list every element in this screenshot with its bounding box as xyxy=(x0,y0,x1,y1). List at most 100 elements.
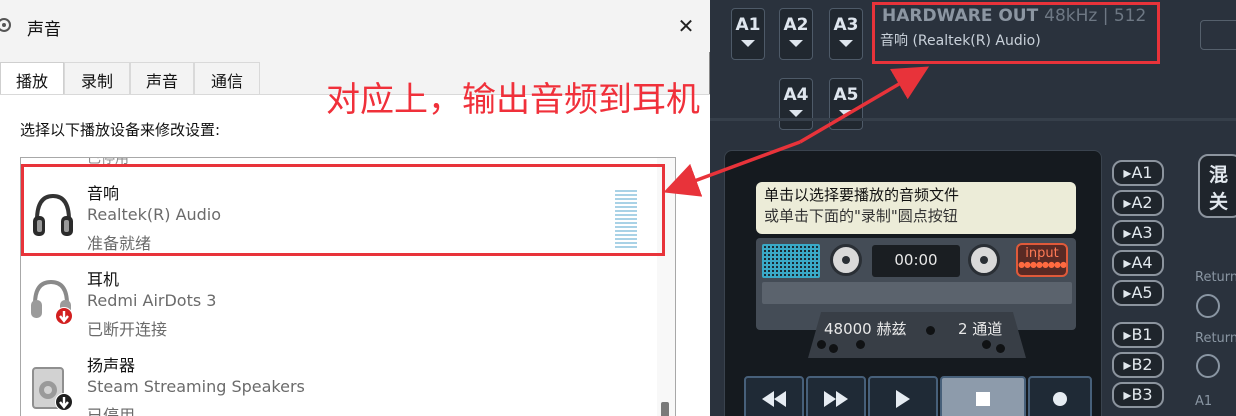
tape-screw-icon xyxy=(817,340,826,349)
chevron-down-icon xyxy=(741,40,755,47)
device-status: 已断开连接 xyxy=(87,320,168,339)
route-a5-button[interactable]: ▸A5 xyxy=(1112,280,1164,306)
stop-icon xyxy=(976,392,990,406)
screenshot-root: 声音 ✕ 播放 录制 声音 通信 选择以下播放设备来修改设置: 已停用 音响 R… xyxy=(0,0,1236,416)
device-name: 扬声器 xyxy=(87,356,136,375)
tape-screw-icon xyxy=(829,344,838,353)
headphones-disconnected-icon xyxy=(31,279,73,325)
mix-label-line1: 混 xyxy=(1209,164,1229,186)
a3-output-button[interactable]: A3 xyxy=(829,8,863,60)
fast-forward-button[interactable] xyxy=(806,376,866,416)
hardware-out-device[interactable]: 音响 (Realtek(R) Audio) xyxy=(880,30,1041,50)
tape-screw-icon xyxy=(856,340,865,349)
volume-meter xyxy=(615,190,637,248)
route-b3-button[interactable]: ▸B3 xyxy=(1112,382,1164,408)
a-button-label: A2 xyxy=(783,15,809,35)
route-a1-button[interactable]: ▸A1 xyxy=(1112,160,1164,186)
a2-output-button[interactable]: A2 xyxy=(779,8,813,60)
stop-button[interactable] xyxy=(940,376,1026,416)
route-b2-button[interactable]: ▸B2 xyxy=(1112,352,1164,378)
title-bar: 声音 ✕ xyxy=(0,0,710,52)
tab-label: 录制 xyxy=(80,72,113,91)
device-item-headphones[interactable]: 耳机 Redmi AirDots 3 已断开连接 xyxy=(21,256,661,342)
device-item-speakers[interactable]: 音响 Realtek(R) Audio 准备就绪 xyxy=(21,170,661,256)
tab-communications[interactable]: 通信 xyxy=(194,62,260,94)
device-name: 音响 xyxy=(87,184,120,203)
tab-playback[interactable]: 播放 xyxy=(0,62,64,95)
rewind-button[interactable] xyxy=(744,376,804,416)
record-button[interactable] xyxy=(1028,376,1092,416)
input-label: input xyxy=(1025,246,1059,261)
device-name: 耳机 xyxy=(87,270,120,289)
chevron-down-icon xyxy=(789,40,803,47)
a-button-label: A3 xyxy=(833,15,859,35)
mix-toggle-button[interactable]: 混 关 xyxy=(1198,154,1236,218)
close-icon: ✕ xyxy=(677,14,695,38)
tab-content: 选择以下播放设备来修改设置: 已停用 音响 Realtek(R) Audio 准… xyxy=(0,94,710,416)
play-button[interactable] xyxy=(868,376,938,416)
device-list[interactable]: 已停用 音响 Realtek(R) Audio 准备就绪 耳机 Redmi Ai… xyxy=(20,157,676,416)
route-a3-button[interactable]: ▸A3 xyxy=(1112,220,1164,246)
recorder-message[interactable]: 单击以选择要播放的音频文件 或单击下面的"录制"圆点按钮 xyxy=(756,182,1076,234)
sound-dialog: 声音 ✕ 播放 录制 声音 通信 选择以下播放设备来修改设置: 已停用 音响 R… xyxy=(0,0,710,416)
chevron-down-icon xyxy=(839,40,853,47)
tab-label: 声音 xyxy=(145,72,178,91)
a4-output-button[interactable]: A4 xyxy=(779,78,813,130)
play-icon xyxy=(896,390,910,408)
panel-divider xyxy=(710,118,1236,121)
reel-right-icon xyxy=(968,244,1000,276)
a5-output-button[interactable]: A5 xyxy=(829,78,863,130)
tab-label: 通信 xyxy=(210,72,243,91)
input-button[interactable]: input ●●●●●●●● xyxy=(1016,243,1068,277)
tab-sounds[interactable]: 声音 xyxy=(130,62,194,94)
tape-screw-icon xyxy=(996,344,1005,353)
return-knob[interactable] xyxy=(1196,354,1220,378)
a-button-label: A1 xyxy=(735,15,761,35)
reel-left-icon xyxy=(830,244,862,276)
tape-screw-icon xyxy=(926,326,935,335)
input-led-icon: ●●●●●●●● xyxy=(1018,260,1067,269)
hardware-out-label: HARDWARE OUT xyxy=(882,6,1039,26)
device-status: 已停用 xyxy=(87,406,136,416)
time-display: 00:00 xyxy=(872,245,960,277)
a1-output-button[interactable]: A1 xyxy=(731,8,765,60)
speaker-app-icon xyxy=(0,18,11,32)
sample-rate-text: 48000 赫兹 xyxy=(824,320,907,338)
a-button-label: A4 xyxy=(783,85,809,105)
chevron-down-icon xyxy=(789,110,803,117)
hardware-out-rate: 48kHz | 512 xyxy=(1044,6,1147,26)
route-a4-button[interactable]: ▸A4 xyxy=(1112,250,1164,276)
mix-label-line2: 关 xyxy=(1209,191,1229,213)
record-icon xyxy=(1053,392,1067,406)
annotation-text: 对应上，输出音频到耳机 xyxy=(326,80,700,120)
tab-recording[interactable]: 录制 xyxy=(64,62,130,94)
return-knob[interactable] xyxy=(1196,294,1220,318)
close-button[interactable]: ✕ xyxy=(664,6,708,46)
partial-status-text: 已停用 xyxy=(87,157,129,167)
list-scrollbar[interactable] xyxy=(657,158,675,416)
playback-progress-bar[interactable] xyxy=(762,282,1072,304)
headphones-icon xyxy=(33,193,73,236)
scroll-thumb[interactable] xyxy=(661,402,669,416)
recorder-message-line2: 或单击下面的"录制"圆点按钮 xyxy=(764,207,958,225)
device-item-steam-speakers[interactable]: 扬声器 Steam Streaming Speakers 已停用 xyxy=(21,342,661,416)
route-a2-button[interactable]: ▸A2 xyxy=(1112,190,1164,216)
device-driver: Steam Streaming Speakers xyxy=(87,377,305,396)
side-a1-label: A1 xyxy=(1195,394,1213,409)
device-driver: Realtek(R) Audio xyxy=(87,205,222,224)
fast-forward-icon xyxy=(824,391,848,407)
a-button-label: A5 xyxy=(833,85,859,105)
instruction-text: 选择以下播放设备来修改设置: xyxy=(20,121,221,139)
speaker-disabled-icon xyxy=(32,367,73,411)
return-label: Return xyxy=(1195,331,1236,346)
return-label: Return xyxy=(1195,270,1236,285)
rewind-icon xyxy=(762,391,786,407)
route-b1-button[interactable]: ▸B1 xyxy=(1112,322,1164,348)
tape-screw-icon xyxy=(982,340,991,349)
spectrum-grid-icon xyxy=(762,244,820,278)
menu-box[interactable] xyxy=(1200,20,1236,50)
recorder-message-line1: 单击以选择要播放的音频文件 xyxy=(764,186,960,204)
chevron-down-icon xyxy=(839,110,853,117)
hardware-out-title: HARDWARE OUT 48kHz | 512 xyxy=(882,6,1146,26)
device-status: 准备就绪 xyxy=(87,234,152,253)
